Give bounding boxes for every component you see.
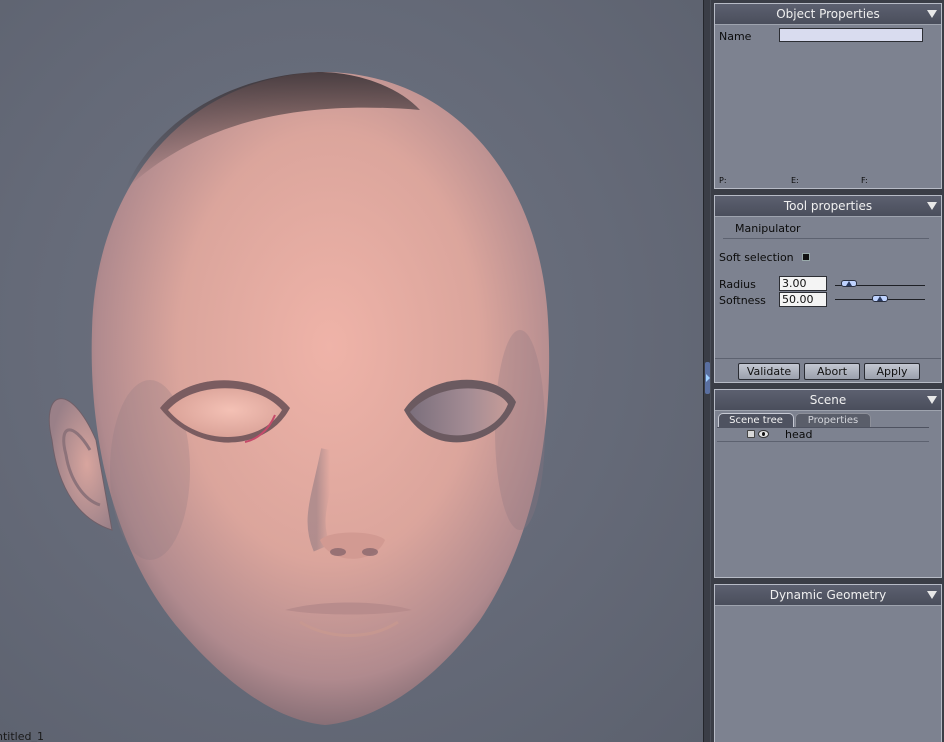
divider: [715, 358, 941, 359]
scene-tree-item-head[interactable]: head: [717, 427, 929, 442]
tool-name-label: Manipulator: [735, 222, 801, 235]
name-input[interactable]: [779, 28, 923, 42]
object-properties-panel: Object Properties Name P: E: F:: [714, 3, 942, 189]
radius-input[interactable]: 3.00: [779, 276, 827, 291]
softness-label: Softness: [719, 294, 766, 307]
tool-properties-panel: Tool properties Manipulator Soft selecti…: [714, 195, 942, 383]
tool-properties-title: Tool properties: [783, 199, 873, 213]
radius-label: Radius: [719, 278, 756, 291]
soft-selection-label: Soft selection: [719, 251, 794, 264]
radius-slider-thumb[interactable]: [840, 280, 857, 287]
collapse-arrow-icon[interactable]: [927, 396, 937, 404]
scene-title: Scene: [809, 393, 847, 407]
tab-scene-tree[interactable]: Scene tree: [718, 413, 794, 427]
name-label: Name: [719, 30, 752, 43]
collapse-arrow-icon[interactable]: [927, 10, 937, 18]
abort-button[interactable]: Abort: [804, 363, 860, 380]
apply-button[interactable]: Apply: [864, 363, 920, 380]
object-properties-title: Object Properties: [776, 7, 880, 21]
lock-icon[interactable]: [747, 430, 755, 438]
head-model-render: [48, 71, 550, 725]
scene-header[interactable]: Scene: [715, 390, 941, 411]
soft-selection-checkbox[interactable]: [802, 253, 810, 261]
divider: [723, 238, 929, 239]
stat-faces-label: F:: [861, 176, 868, 185]
properties-sidebar: Object Properties Name P: E: F: Tool pro…: [711, 0, 944, 742]
softness-input[interactable]: 50.00: [779, 292, 827, 307]
splitter-collapse-handle[interactable]: [705, 362, 710, 394]
object-properties-header[interactable]: Object Properties: [715, 4, 941, 25]
panel-splitter[interactable]: [703, 0, 711, 742]
stat-points-label: P:: [719, 176, 727, 185]
tool-properties-header[interactable]: Tool properties: [715, 196, 941, 217]
scene-panel: Scene Scene tree Properties head: [714, 389, 942, 578]
document-tab-label[interactable]: ntitled_1: [0, 730, 44, 742]
dynamic-geometry-title: Dynamic Geometry: [769, 588, 887, 602]
collapse-arrow-icon[interactable]: [927, 591, 937, 599]
eye-icon[interactable]: [758, 430, 769, 438]
scene-tree-item-label: head: [785, 428, 813, 441]
tab-properties[interactable]: Properties: [795, 413, 871, 427]
softness-slider-thumb[interactable]: [872, 295, 888, 302]
stat-edges-label: E:: [791, 176, 799, 185]
dynamic-geometry-header[interactable]: Dynamic Geometry: [715, 585, 941, 606]
3d-viewport[interactable]: ntitled_1: [0, 0, 703, 742]
collapse-arrow-icon[interactable]: [927, 202, 937, 210]
dynamic-geometry-panel: Dynamic Geometry: [714, 584, 942, 742]
validate-button[interactable]: Validate: [738, 363, 800, 380]
